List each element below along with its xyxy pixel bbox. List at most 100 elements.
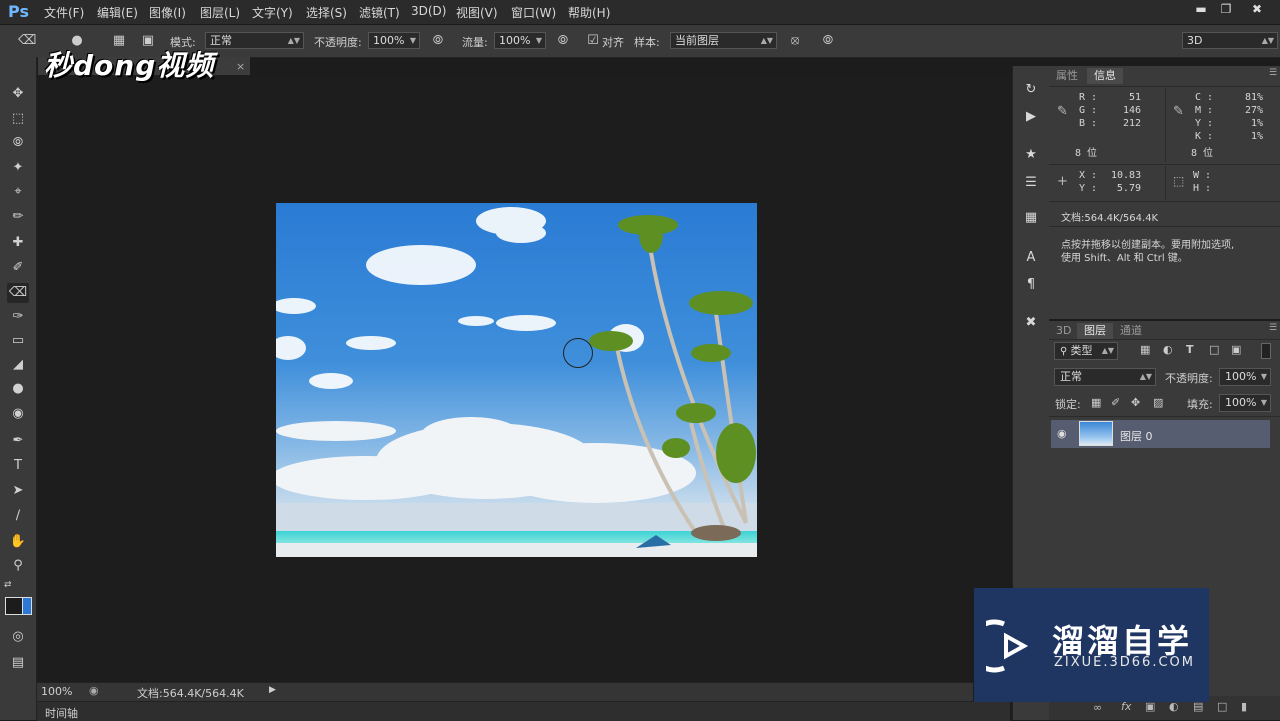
- b-label: B :: [1079, 118, 1098, 129]
- menu-help[interactable]: 帮助(H): [568, 4, 610, 21]
- menu-image[interactable]: 图像(I): [149, 4, 186, 21]
- filter-adjustment-icon[interactable]: ◐: [1163, 343, 1173, 356]
- menu-file[interactable]: 文件(F): [44, 4, 84, 21]
- pen-tool-icon[interactable]: ✒: [7, 431, 29, 451]
- menu-view[interactable]: 视图(V): [456, 4, 498, 21]
- beach-image[interactable]: [276, 203, 757, 557]
- panel-menu-icon[interactable]: ☰: [1269, 68, 1277, 78]
- menu-window[interactable]: 窗口(W): [511, 4, 556, 21]
- zoom-level[interactable]: 100%: [41, 685, 72, 698]
- airbrush-icon[interactable]: ⦾: [554, 32, 572, 50]
- align-checkbox[interactable]: ☑: [584, 32, 602, 50]
- path-selection-tool-icon[interactable]: ➤: [7, 481, 29, 501]
- beach-photo-graphic: [276, 203, 757, 557]
- close-icon[interactable]: ✖: [1247, 2, 1267, 20]
- status-menu-arrow-icon[interactable]: ▶: [269, 685, 276, 695]
- flow-input[interactable]: 100% ▼: [494, 32, 546, 49]
- restore-icon[interactable]: ❐: [1216, 2, 1236, 20]
- close-icon[interactable]: ×: [236, 60, 245, 73]
- doc-size-status: 文档:564.4K/564.4K: [137, 687, 244, 700]
- filter-shape-icon[interactable]: □: [1209, 343, 1219, 356]
- fill-input[interactable]: 100% ▼: [1219, 394, 1271, 412]
- actions-panel-icon[interactable]: ▶: [1021, 108, 1041, 126]
- dodge-tool-icon[interactable]: ◉: [7, 404, 29, 424]
- menu-edit[interactable]: 编辑(E): [97, 4, 138, 21]
- opacity-input[interactable]: 100% ▼: [368, 32, 420, 49]
- paint-bucket-tool-icon[interactable]: ◢: [7, 355, 29, 375]
- blend-mode-select[interactable]: 正常 ▲▼: [1054, 368, 1156, 386]
- pressure-opacity-icon[interactable]: ⦾: [429, 32, 447, 50]
- clone-stamp-tool-icon[interactable]: ⌫: [7, 283, 29, 303]
- menu-3d[interactable]: 3D(D): [411, 4, 446, 18]
- tab-3d[interactable]: 3D: [1049, 323, 1078, 339]
- timeline-panel-tab[interactable]: 时间轴: [37, 701, 1010, 721]
- clone-source-panel-icon[interactable]: ▦: [1021, 209, 1041, 227]
- sample-select[interactable]: 当前图层 ▲▼: [670, 32, 777, 49]
- selection-size-icon: ⬚: [1173, 174, 1185, 188]
- tab-info[interactable]: 信息: [1087, 68, 1123, 84]
- y-coord-value: 5.79: [1116, 183, 1141, 194]
- mode-select[interactable]: 正常 ▲▼: [205, 32, 304, 49]
- trash-icon[interactable]: ▮: [1241, 700, 1247, 713]
- magic-wand-tool-icon[interactable]: ✦: [7, 158, 29, 178]
- flow-label: 流量:: [462, 36, 488, 49]
- blur-tool-icon[interactable]: ●: [7, 379, 29, 399]
- layer-opacity-input[interactable]: 100% ▼: [1219, 368, 1271, 386]
- layer-opacity-value: 100%: [1225, 370, 1257, 383]
- filter-type-icon[interactable]: T: [1186, 343, 1194, 356]
- r-label: R :: [1079, 92, 1098, 103]
- filter-smart-object-icon[interactable]: ▣: [1231, 343, 1241, 356]
- brush-presets-panel-icon[interactable]: ★: [1021, 146, 1041, 164]
- foreground-color-swatch[interactable]: [5, 597, 23, 615]
- panel-menu-icon[interactable]: ☰: [1269, 323, 1277, 333]
- tab-properties[interactable]: 属性: [1049, 68, 1085, 84]
- type-tool-icon[interactable]: T: [7, 456, 29, 476]
- share-icon[interactable]: ◉: [89, 684, 99, 697]
- c-value: 81%: [1244, 92, 1263, 103]
- menu-filter[interactable]: 滤镜(T): [359, 4, 400, 21]
- workspace-select[interactable]: 3D ▲▼: [1182, 32, 1278, 49]
- filter-pixel-icon[interactable]: ▦: [1140, 343, 1150, 356]
- ignore-adjustment-icon[interactable]: ⦻: [786, 32, 804, 50]
- minimize-icon[interactable]: ▬: [1191, 2, 1211, 20]
- link-layers-icon[interactable]: ∞: [1093, 701, 1102, 714]
- lasso-tool-icon[interactable]: ⦾: [7, 133, 29, 153]
- lock-position-icon[interactable]: ✥: [1131, 396, 1140, 409]
- move-tool-icon[interactable]: ✥: [7, 84, 29, 104]
- healing-brush-tool-icon[interactable]: ✚: [7, 233, 29, 253]
- lock-transparent-icon[interactable]: ▦: [1091, 396, 1101, 409]
- new-layer-icon[interactable]: □: [1217, 700, 1227, 713]
- eye-icon[interactable]: ◉: [1057, 427, 1067, 440]
- tool-presets-panel-icon[interactable]: ✖: [1021, 314, 1041, 332]
- clone-stamp-preset-icon[interactable]: ⌫: [18, 32, 36, 50]
- brush-tool-icon[interactable]: ✐: [7, 258, 29, 278]
- layer-filter-select[interactable]: ⚲ 类型 ▲▼: [1054, 342, 1118, 360]
- history-panel-icon[interactable]: ↻: [1021, 81, 1041, 99]
- opacity-value: 100%: [373, 34, 405, 47]
- tab-channels[interactable]: 通道: [1113, 323, 1149, 339]
- crop-tool-icon[interactable]: ⌖: [7, 182, 29, 202]
- marquee-tool-icon[interactable]: ⬚: [7, 109, 29, 129]
- swap-colors-icon[interactable]: ⇄: [4, 580, 12, 590]
- tab-layers[interactable]: 图层: [1077, 323, 1113, 339]
- lock-all-icon[interactable]: ▨: [1153, 396, 1163, 409]
- character-panel-icon[interactable]: A: [1021, 249, 1041, 267]
- hand-tool-icon[interactable]: ✋: [7, 532, 29, 552]
- history-brush-tool-icon[interactable]: ✑: [7, 307, 29, 327]
- y-value: 1%: [1250, 118, 1263, 129]
- filter-toggle[interactable]: [1261, 343, 1271, 359]
- quick-mask-icon[interactable]: ◎: [7, 627, 29, 647]
- pressure-size-icon[interactable]: ⦾: [819, 32, 837, 50]
- eyedropper-tool-icon[interactable]: ✏: [7, 207, 29, 227]
- layer-name[interactable]: 图层 0: [1120, 428, 1153, 444]
- menu-select[interactable]: 选择(S): [306, 4, 347, 21]
- menu-layer[interactable]: 图层(L): [200, 4, 240, 21]
- zoom-tool-icon[interactable]: ⚲: [7, 556, 29, 576]
- brush-panel-icon[interactable]: ☰: [1021, 174, 1041, 192]
- paragraph-panel-icon[interactable]: ¶: [1021, 276, 1041, 294]
- eraser-tool-icon[interactable]: ▭: [7, 331, 29, 351]
- lock-pixels-icon[interactable]: ✐: [1111, 396, 1120, 409]
- screen-mode-icon[interactable]: ▤: [7, 653, 29, 673]
- line-tool-icon[interactable]: ∕: [7, 506, 29, 526]
- menu-type[interactable]: 文字(Y): [252, 4, 293, 21]
